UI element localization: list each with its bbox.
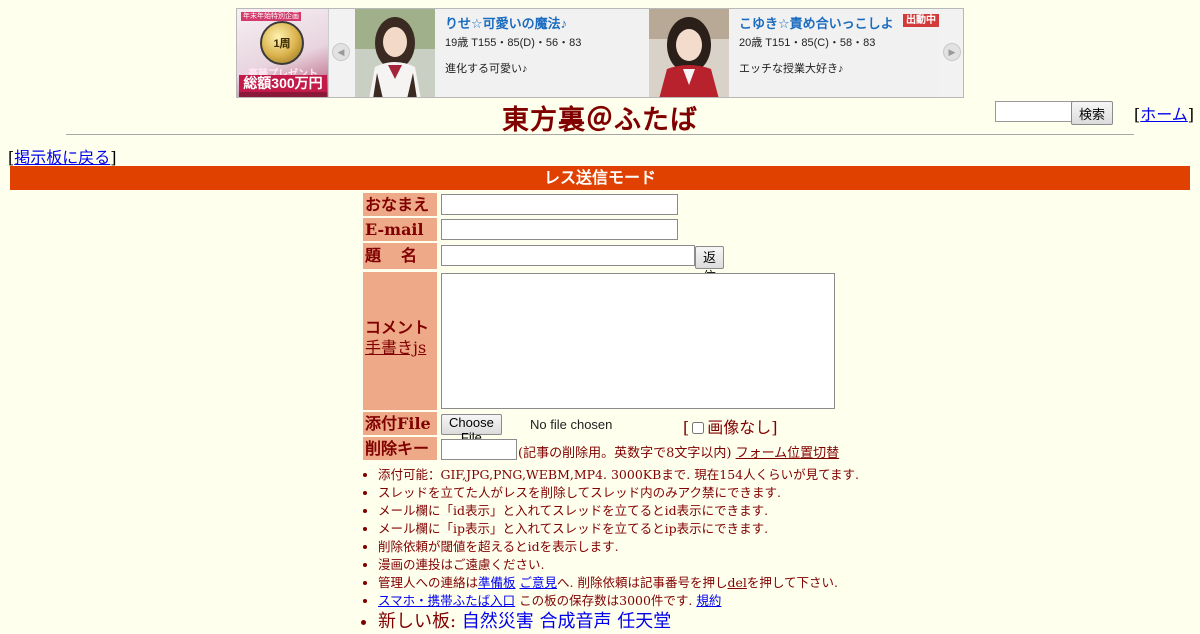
comment-label-cell: コメント 手書きjs <box>363 272 437 410</box>
contact-suffix: を押して下さい. <box>746 575 838 590</box>
on-duty-badge: 出動中 <box>903 14 939 27</box>
note-item-mobile: スマホ・携帯ふたば入口 この板の保存数は3000件です. 規約 <box>378 592 859 610</box>
delkey-note-wrapper: (記事の削除用。英数字で8文字以内) フォーム位置切替 <box>518 442 839 461</box>
ad-campaign-line2: 総額300万円 <box>239 75 327 92</box>
submit-reply-button[interactable]: 返信する <box>695 246 725 322</box>
rules-link[interactable]: 規約 <box>696 593 721 608</box>
back-to-board-link[interactable]: 掲示板に戻る <box>14 148 110 167</box>
delete-key-input[interactable] <box>441 439 517 460</box>
comment-textarea[interactable] <box>441 273 835 409</box>
note-item: メール欄に「ip表示」と入れてスレッドを立てるとip表示にできます. <box>378 520 859 538</box>
ad-card-1[interactable]: りせ☆可愛いの魔法♪ 19歳 T155・85(D)・56・83 進化する可愛い♪ <box>355 9 647 97</box>
choose-file-button[interactable]: Choose File <box>441 414 502 445</box>
note-item-new-boards: 新しい板: 自然災害 合成音声 任天堂 <box>378 610 859 634</box>
new-board-link-voice[interactable]: 合成音声 <box>540 611 612 632</box>
search-input[interactable] <box>995 101 1073 122</box>
ad-card-1-photo[interactable] <box>355 9 435 97</box>
delkey-label: 削除キー <box>363 437 437 460</box>
ad-card-1-stats: 19歳 T155・85(D)・56・83 <box>445 37 582 49</box>
comment-label: コメント <box>365 318 430 337</box>
note-item: 添付可能：GIF,JPG,PNG,WEBM,MP4. 3000KBまで. 現在1… <box>378 466 859 484</box>
subject-label: 題 名 <box>363 243 437 269</box>
retention-note: この板の保存数は3000件です. <box>515 593 697 608</box>
ad-card-1-catchphrase: 進化する可愛い♪ <box>445 63 528 75</box>
new-board-link-nintendo[interactable]: 任天堂 <box>617 611 671 632</box>
ad-medal-icon: 1周 <box>260 21 304 65</box>
no-image-label: 画像なし <box>707 418 772 437</box>
ad-card-2[interactable]: こゆき☆責め合いっこしよ 20歳 T151・85(C)・58・83 エッチな授業… <box>649 9 939 97</box>
feedback-link[interactable]: ご意見 <box>520 575 558 590</box>
note-item-contact: 管理人への連絡は準備板 ご意見へ. 削除依頼は記事番号を押しdelを押して下さい… <box>378 574 859 592</box>
mobile-entrance-link[interactable]: スマホ・携帯ふたば入口 <box>378 593 515 608</box>
note-item: スレッドを立てた人がレスを削除してスレッド内のみアク禁にできます. <box>378 484 859 502</box>
subject-input[interactable] <box>441 245 695 266</box>
ad-card-2-stats: 20歳 T151・85(C)・58・83 <box>739 37 876 49</box>
file-label: 添付File <box>363 412 437 435</box>
back-link-wrapper: [掲示板に戻る] <box>8 148 117 167</box>
ad-campaign-image[interactable]: 年末年始特別企画 1周 豪華プレゼント 総額300万円 <box>237 9 329 97</box>
reply-mode-bar: レス送信モード <box>10 166 1190 190</box>
email-input[interactable] <box>441 219 678 240</box>
name-input[interactable] <box>441 194 678 215</box>
delkey-note: (記事の削除用。英数字で8文字以内) <box>518 446 732 461</box>
note-item: 漫画の連投はご遠慮ください. <box>378 556 859 574</box>
form-position-toggle-link[interactable]: フォーム位置切替 <box>736 446 840 461</box>
search-button[interactable]: 検索 <box>1071 101 1113 125</box>
email-label: E-mail <box>363 218 437 241</box>
name-label: おなまえ <box>363 193 437 216</box>
ad-card-1-name[interactable]: りせ☆可愛いの魔法♪ <box>445 13 645 32</box>
home-link-wrapper: [ホーム] <box>1134 105 1195 124</box>
handwriting-link[interactable]: 手書きjs <box>365 338 426 357</box>
ad-card-2-photo[interactable] <box>649 9 729 97</box>
ad-campaign-tag: 年末年始特別企画 <box>241 12 301 21</box>
prep-board-link[interactable]: 準備板 <box>478 575 516 590</box>
search-box: 検索 <box>995 101 1113 125</box>
board-notes: 添付可能：GIF,JPG,PNG,WEBM,MP4. 3000KBまで. 現在1… <box>363 466 859 634</box>
contact-mid: へ. 削除依頼は記事番号を押し <box>557 575 728 590</box>
del-link[interactable]: del <box>727 575 746 590</box>
note-item: 削除依頼が閾値を超えるとidを表示します. <box>378 538 859 556</box>
contact-prefix: 管理人への連絡は <box>378 575 479 590</box>
home-link[interactable]: ホーム <box>1140 105 1188 124</box>
file-status: No file chosen <box>530 417 613 432</box>
ad-card-2-catchphrase: エッチな授業大好き♪ <box>739 63 844 75</box>
note-item: メール欄に「id表示」と入れてスレッドを立てるとid表示にできます. <box>378 502 859 520</box>
new-board-link-disaster[interactable]: 自然災害 <box>462 611 534 632</box>
new-boards-prefix: 新しい板: <box>378 611 462 632</box>
no-image-checkbox[interactable] <box>692 422 705 434</box>
no-image-option: [画像なし] <box>683 418 778 437</box>
ad-banner[interactable]: 年末年始特別企画 1周 豪華プレゼント 総額300万円 ◀ りせ☆可愛いの魔法♪… <box>236 8 964 98</box>
header-divider <box>66 134 1134 135</box>
chevron-left-icon[interactable]: ◀ <box>332 43 350 61</box>
chevron-right-icon[interactable]: ▶ <box>943 43 961 61</box>
